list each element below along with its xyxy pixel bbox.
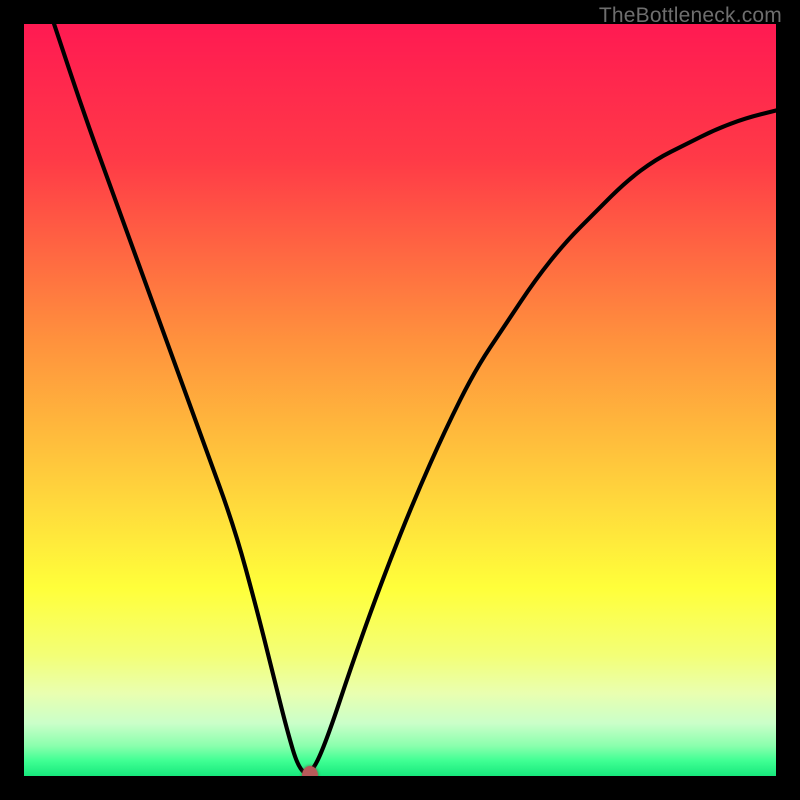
chart-frame: TheBottleneck.com: [0, 0, 800, 800]
bottleneck-curve: [24, 24, 776, 776]
watermark-text: TheBottleneck.com: [599, 4, 782, 28]
optimum-marker: [302, 766, 318, 776]
plot-area: [24, 24, 776, 776]
